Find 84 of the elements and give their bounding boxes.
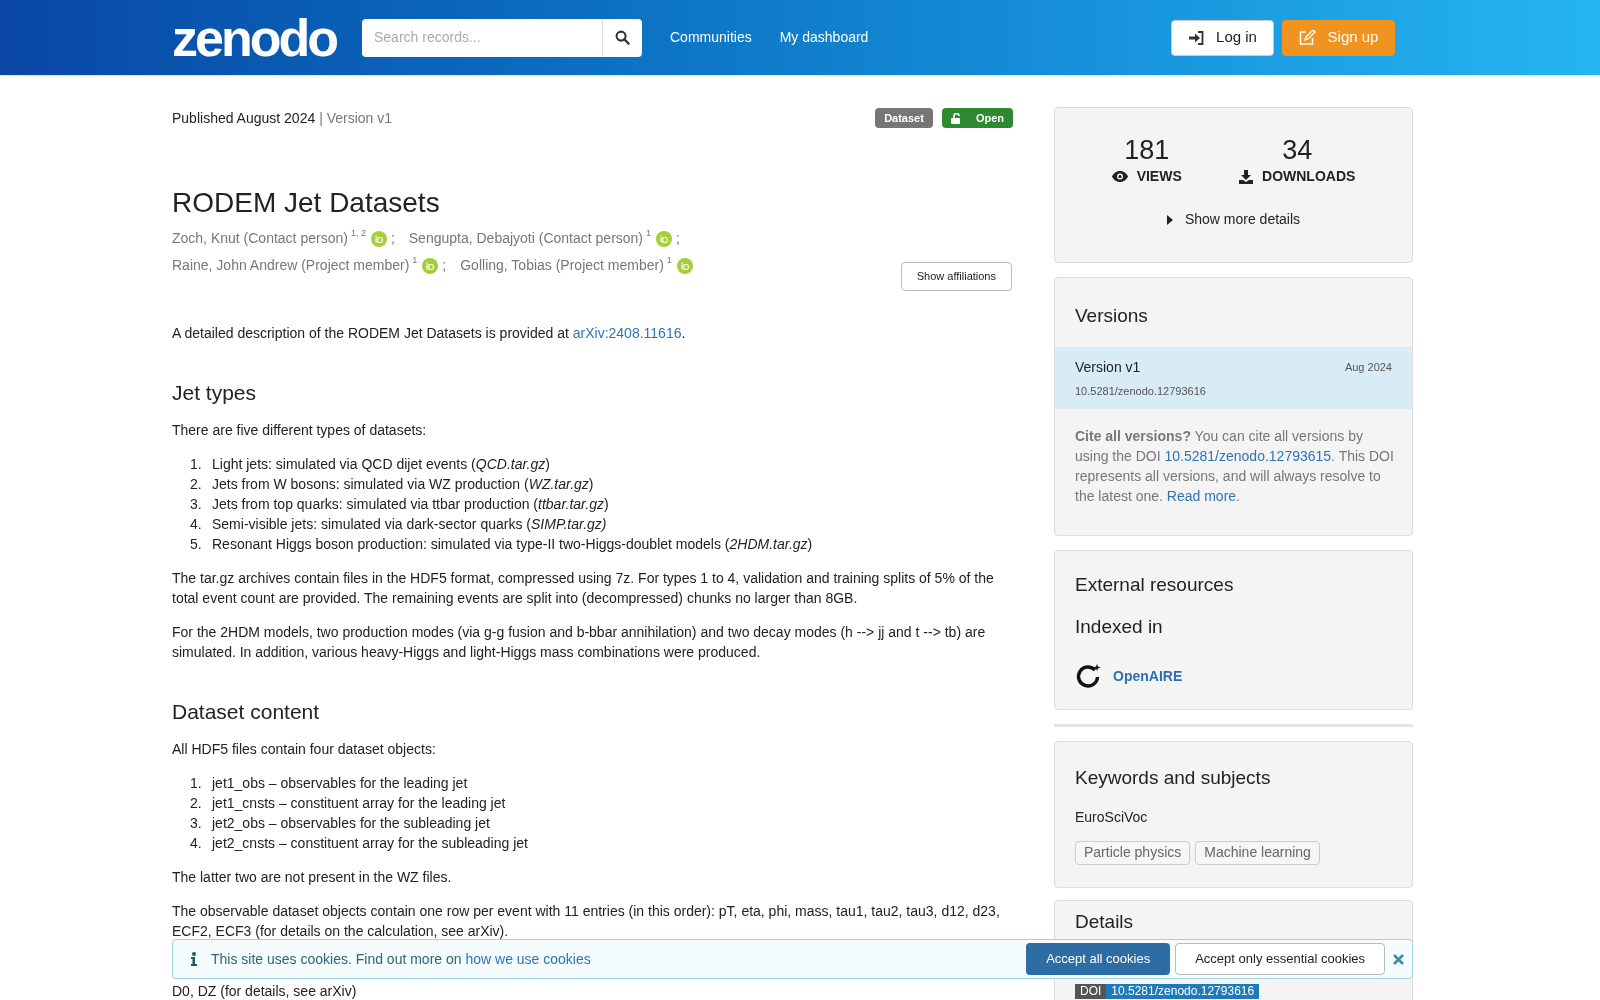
list-item: Light jets: simulated via QCD dijet events (QCD.tar.gz) (212, 455, 550, 474)
stat-count: 181 (1124, 136, 1170, 164)
logo[interactable]: zenodo (172, 6, 340, 69)
record-title: RODEM Jet Datasets (172, 186, 441, 220)
orcid-icon[interactable] (422, 257, 439, 274)
section-heading: Jet types (172, 380, 258, 406)
eye-icon (1111, 171, 1128, 182)
openaire-link[interactable]: OpenAIRE (1113, 665, 1183, 687)
sign-in-icon (1188, 30, 1205, 45)
keyword-tag[interactable]: Particle physics (1075, 840, 1191, 865)
unlock-icon (950, 112, 962, 124)
show-more-details-toggle[interactable]: Show more details (1166, 209, 1301, 230)
list-number: 3. (190, 495, 203, 514)
orcid-icon[interactable] (370, 230, 387, 247)
version-item[interactable]: Version v1 Aug 2024 10.5281/zenodo.12793616 (1055, 346, 1412, 409)
list-number: 4. (190, 834, 203, 853)
card-title: External resources (1075, 573, 1235, 597)
show-affiliations-button[interactable]: Show affiliations (900, 262, 1012, 291)
cookie-policy-link[interactable]: how we use cookies (465, 950, 591, 967)
list-item: jet1_cnsts – constituent array for the leading jet (212, 794, 506, 813)
card-title: Keywords and subjects (1075, 766, 1272, 790)
list-number: 5. (190, 535, 203, 554)
accept-essential-cookies-button[interactable]: Accept only essential cookies (1175, 943, 1385, 975)
list-item: Jets from W bosons: simulated via WZ production (WZ.tar.gz) (212, 475, 594, 494)
list-item: Semi-visible jets: simulated via dark-sector quarks (SIMP.tar.gz) (212, 515, 607, 534)
list-number: 2. (190, 794, 203, 813)
resource-type-badge: Dataset (875, 108, 933, 128)
creator-name[interactable]: Zoch, Knut (Contact person) (172, 228, 348, 249)
stat-count: 34 (1282, 136, 1313, 164)
orcid-icon[interactable] (676, 257, 693, 274)
affiliation-number: 1, 2 (350, 228, 366, 238)
cite-all-versions-text: Cite all versions? You can cite all versions by using the DOI 10.5281/zenodo.12793615. This DOI represents all versions, and will always resolve to the latest one. Read more. (1074, 427, 1395, 506)
list-number: 4. (190, 515, 203, 534)
keyword-tag[interactable]: Machine learning (1195, 840, 1320, 865)
list-item: Resonant Higgs boson production: simulated via type-II two-Higgs-doublet models (2HDM.tar.gz) (212, 535, 813, 554)
ring-icon (1075, 663, 1101, 689)
paragraph: The observable dataset objects contain one row per event with 11 entries (in this order): pT, eta, phi, mass, tau1, tau2, tau3, d12, d23, ECF2, ECF3 (for details on the calculation, see arXiv). (172, 902, 1001, 941)
separator: ; (390, 229, 395, 248)
stat-label: VIEWS (1136, 167, 1182, 186)
paragraph: For the 2HDM models, two production modes (via g-g fusion and b-bbar annihilation) and two decay modes (h --> jj and t --> tb) are simulated. In addition, various heavy-Higgs and light-Higgs mass combinations were produced. (172, 623, 987, 662)
close-icon[interactable] (1393, 953, 1404, 965)
list-item: jet2_obs – observables for the subleading jet (212, 814, 490, 833)
list-item: Jets from top quarks: simulated via ttbar production (ttbar.tar.gz) (212, 495, 609, 514)
separator: ; (442, 256, 447, 275)
paragraph: All HDF5 files contain four dataset objects: (172, 740, 437, 759)
list-number: 3. (190, 814, 203, 833)
creator-name[interactable]: Sengupta, Debajyoti (Contact person) (408, 228, 644, 249)
paragraph: A detailed description of the RODEM Jet Datasets is provided at arXiv:2408.11616. (172, 324, 687, 343)
read-more-link[interactable]: Read more (1166, 488, 1237, 504)
list-number: 1. (190, 774, 203, 793)
list-number: 2. (190, 475, 203, 494)
orcid-icon[interactable] (656, 230, 673, 247)
access-badge: Open (941, 108, 1013, 128)
affiliation-number: 1 (412, 255, 418, 265)
affiliation-number: 1 (666, 255, 672, 265)
search-icon (615, 30, 630, 45)
info-icon (191, 952, 197, 966)
list-number: 1. (190, 455, 203, 474)
login-button[interactable]: Log in (1171, 19, 1274, 56)
section-heading: Dataset content (172, 699, 321, 725)
separator: ; (676, 229, 680, 248)
creator-name[interactable]: Raine, John Andrew (Project member) (172, 255, 410, 276)
paragraph: There are five different types of datasets: (172, 421, 428, 440)
caret-right-icon (1166, 214, 1173, 225)
list-item: jet1_obs – observables for the leading jet (212, 774, 468, 793)
card-title: Details (1075, 911, 1135, 933)
nav-link[interactable]: My dashboard (779, 27, 869, 48)
download-icon (1239, 169, 1253, 184)
card-subtitle: Indexed in (1075, 614, 1164, 639)
edit-icon (1298, 30, 1316, 45)
list-item: jet2_cnsts – constituent array for the subleading jet (212, 834, 528, 853)
paragraph: The latter two are not present in the WZ files. (172, 868, 453, 887)
card-title: Versions (1074, 304, 1149, 328)
paragraph: D0, DZ (for details, see arXiv) (172, 984, 358, 999)
paragraph: The tar.gz archives contain files in the HDF5 format, compressed using 7z. For types 1 to 4, validation and training splits of 5% of the total event count are provided. The remaining events are split into (decompressed) chunks no larger than 8GB. (172, 569, 995, 608)
affiliation-number: 1 (646, 228, 652, 238)
creator-name[interactable]: Golling, Tobias (Project member) (460, 255, 664, 276)
accept-all-cookies-button[interactable]: Accept all cookies (1026, 943, 1171, 975)
version-label: | Version v1 (319, 109, 393, 126)
stat-label: DOWNLOADS (1262, 167, 1356, 186)
nav-link[interactable]: Communities (670, 27, 752, 48)
subject-scheme: EuroSciVoc (1075, 807, 1149, 827)
cookie-notice-text: This site uses cookies. Find out more on how we use cookies (211, 949, 591, 969)
publication-date: Published August 2024 (172, 109, 316, 126)
